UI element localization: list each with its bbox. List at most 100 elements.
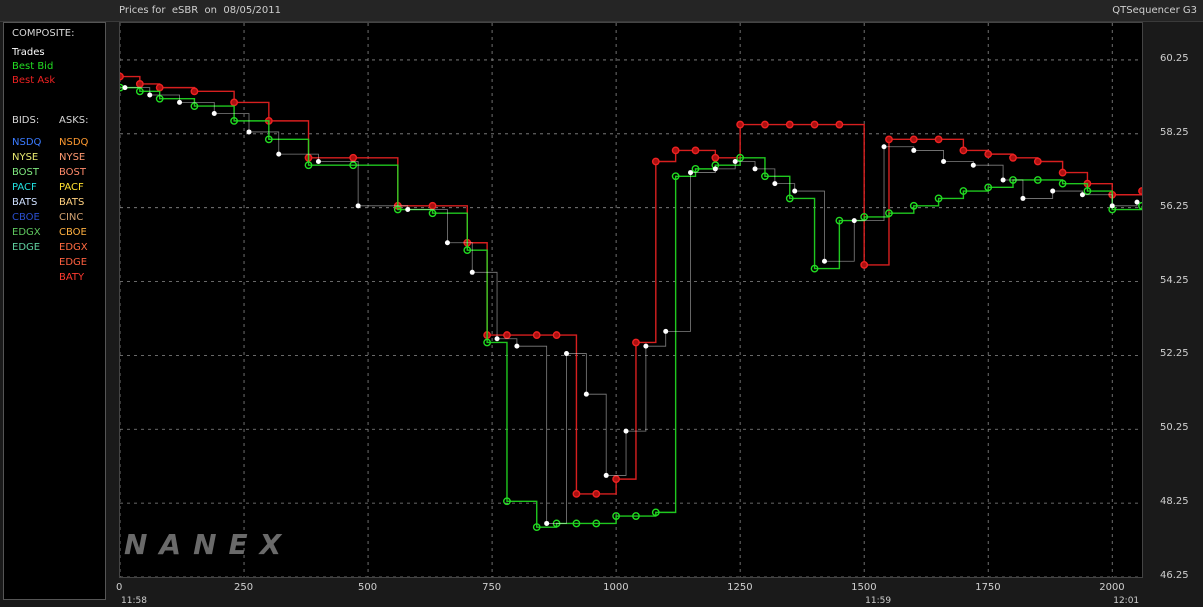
asks-header: ASKS: bbox=[59, 115, 89, 126]
price-chart bbox=[120, 23, 1142, 577]
trade-point bbox=[544, 520, 550, 526]
legend-bid-7: EDGE bbox=[12, 242, 41, 253]
y-tick-label: 56.25 bbox=[1160, 200, 1189, 212]
app-name: QTSequencer G3 bbox=[1112, 5, 1197, 16]
legend-ask-7: EDGX bbox=[59, 242, 88, 253]
trade-point bbox=[514, 343, 520, 349]
trade-point bbox=[147, 92, 153, 98]
ask-point bbox=[860, 261, 869, 269]
ask-point bbox=[532, 331, 541, 339]
ask-point bbox=[984, 150, 993, 159]
legend-bid-3: PACF bbox=[12, 182, 37, 193]
trade-point bbox=[663, 328, 669, 334]
trade-point bbox=[688, 170, 694, 176]
trade-point bbox=[772, 181, 778, 187]
legend-ask-5: CINC bbox=[59, 212, 84, 223]
x-tick-label: 1000 bbox=[603, 582, 629, 593]
x-tick-label: 0 bbox=[116, 582, 123, 593]
y-tick-label: 60.25 bbox=[1160, 52, 1189, 64]
legend-bid-6: EDGX bbox=[12, 227, 41, 238]
ask-point bbox=[552, 331, 561, 339]
trade-point bbox=[1000, 177, 1006, 183]
ask-point bbox=[1058, 168, 1067, 177]
x-tick-label: 1500 bbox=[851, 582, 877, 593]
trade-point bbox=[970, 162, 976, 168]
ask-point bbox=[190, 87, 199, 96]
ask-point bbox=[1138, 187, 1142, 195]
ask-point bbox=[592, 489, 601, 498]
legend-bid-0: NSDQ bbox=[12, 137, 42, 148]
trade-point bbox=[1079, 192, 1085, 198]
ask-point bbox=[349, 153, 358, 162]
time-label: 12:01 bbox=[1113, 596, 1140, 606]
trade-point bbox=[821, 258, 827, 264]
time-label: 11:58 bbox=[121, 596, 147, 606]
trade-point bbox=[355, 203, 361, 209]
plot-area bbox=[119, 22, 1143, 578]
ask-point bbox=[736, 120, 745, 129]
ask-point bbox=[230, 98, 239, 107]
ask-point bbox=[909, 135, 918, 144]
ask-point bbox=[671, 146, 680, 155]
trade-point bbox=[712, 166, 718, 172]
trade-point bbox=[1050, 188, 1056, 194]
ask-point bbox=[120, 72, 124, 81]
ask-point bbox=[810, 120, 819, 129]
y-tick-label: 58.25 bbox=[1160, 126, 1189, 138]
legend-ask-0: NSDQ bbox=[59, 137, 89, 148]
trade-point bbox=[851, 218, 857, 224]
legend-ask-2: BOST bbox=[59, 167, 87, 178]
y-tick-label: 50.25 bbox=[1160, 422, 1189, 434]
ask-point bbox=[135, 80, 144, 88]
ask-point bbox=[761, 120, 769, 129]
ask-point bbox=[934, 135, 943, 144]
ask-point bbox=[1009, 153, 1017, 162]
trade-point bbox=[177, 99, 183, 105]
trade-point bbox=[583, 391, 589, 397]
legend-bid-5: CBOE bbox=[12, 212, 40, 223]
trade-point bbox=[405, 207, 411, 213]
trade-point bbox=[122, 85, 128, 91]
trade-point bbox=[1134, 199, 1140, 205]
trade-point bbox=[752, 166, 758, 172]
ask-point bbox=[785, 120, 794, 129]
title-bar: Prices for eSBR on 08/05/2011 QTSequence… bbox=[0, 0, 1203, 22]
ask-point bbox=[885, 135, 893, 144]
trade-point bbox=[246, 129, 252, 135]
trade-point bbox=[469, 269, 475, 275]
ask-point bbox=[572, 489, 581, 498]
trade-point bbox=[564, 351, 570, 357]
legend-panel: COMPOSITE: Trades Best Bid Best Ask BIDS: ASK… bbox=[3, 22, 106, 600]
trade-point bbox=[315, 159, 321, 164]
legend-ask-3: PACF bbox=[59, 182, 84, 193]
trade-point bbox=[1020, 195, 1026, 201]
legend-composite-2: Best Ask bbox=[12, 75, 56, 86]
ask-point bbox=[612, 475, 621, 484]
trade-point bbox=[494, 336, 500, 342]
y-tick-label: 48.25 bbox=[1160, 496, 1189, 508]
legend-composite-1: Best Bid bbox=[12, 61, 54, 72]
trade-point bbox=[881, 144, 887, 150]
legend-bid-1: NYSE bbox=[12, 152, 39, 163]
x-tick-label: 250 bbox=[234, 582, 254, 593]
y-tick-label: 52.25 bbox=[1160, 348, 1189, 360]
x-tick-label: 750 bbox=[482, 582, 502, 593]
trade-point bbox=[211, 110, 217, 116]
ask-point bbox=[428, 201, 437, 210]
time-label: 11:59 bbox=[865, 596, 892, 606]
bids-header: BIDS: bbox=[12, 115, 40, 126]
x-tick-label: 1750 bbox=[975, 582, 1001, 593]
watermark: NANEX bbox=[124, 528, 294, 561]
legend-ask-8: EDGE bbox=[59, 257, 88, 268]
trade-point bbox=[732, 159, 738, 164]
ask-point bbox=[155, 83, 164, 92]
legend-ask-9: BATY bbox=[59, 272, 85, 283]
chart-title: Prices for eSBR on 08/05/2011 bbox=[119, 5, 282, 16]
trade-point bbox=[911, 147, 917, 153]
legend-composite-0: Trades bbox=[12, 47, 45, 58]
trade-point bbox=[643, 343, 649, 349]
ask-point bbox=[711, 153, 720, 162]
y-tick-label: 46.25 bbox=[1160, 570, 1189, 581]
ask-point bbox=[959, 146, 968, 155]
trade-point bbox=[444, 240, 450, 246]
